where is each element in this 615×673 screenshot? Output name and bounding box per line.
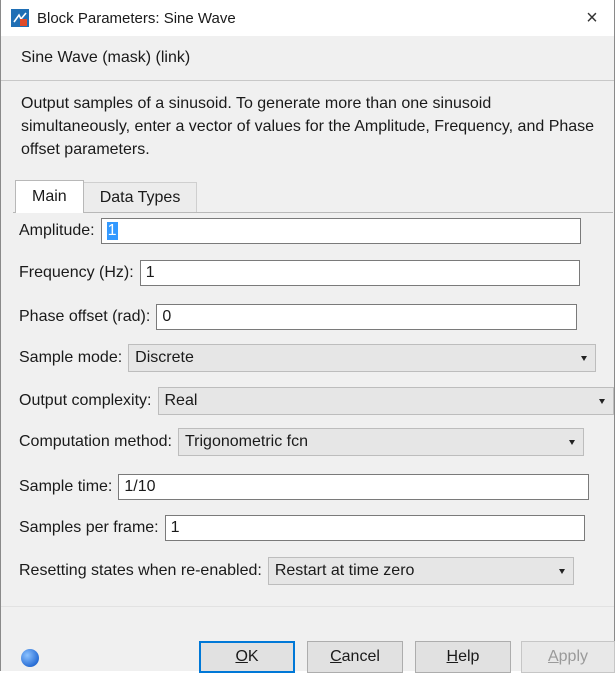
phase-offset-label: Phase offset (rad): bbox=[19, 308, 151, 325]
tab-main[interactable]: Main bbox=[15, 180, 84, 213]
sample-mode-label: Sample mode: bbox=[19, 349, 123, 366]
amplitude-row: Amplitude: 1 bbox=[19, 217, 581, 245]
cancel-label-rest: ancel bbox=[341, 648, 380, 665]
close-icon: × bbox=[586, 6, 598, 29]
samples-per-frame-row: Samples per frame: 1 bbox=[19, 514, 585, 542]
block-description: Output samples of a sinusoid. To generat… bbox=[21, 95, 595, 158]
sample-mode-value: Discrete bbox=[135, 349, 194, 366]
sample-mode-dropdown[interactable]: Discrete bbox=[128, 344, 597, 372]
output-complexity-row: Output complexity: Real bbox=[19, 387, 614, 415]
apply-button[interactable]: Apply bbox=[521, 641, 615, 673]
frequency-row: Frequency (Hz): 1 bbox=[19, 259, 580, 287]
phase-offset-row: Phase offset (rad): 0 bbox=[19, 303, 578, 331]
block-parameters-dialog: Block Parameters: Sine Wave × Sine Wave … bbox=[0, 0, 615, 673]
close-button[interactable]: × bbox=[580, 6, 604, 30]
footer-divider bbox=[1, 606, 614, 607]
resetting-states-label: Resetting states when re-enabled: bbox=[19, 562, 262, 579]
sample-time-input[interactable]: 1/10 bbox=[118, 474, 590, 500]
ok-label-rest: K bbox=[247, 648, 259, 665]
simulink-block-icon bbox=[11, 9, 29, 27]
help-mnemonic: H bbox=[446, 648, 459, 665]
sample-time-label: Sample time: bbox=[19, 478, 113, 495]
amplitude-label: Amplitude: bbox=[19, 222, 95, 239]
chevron-down-icon bbox=[581, 355, 588, 361]
amplitude-value: 1 bbox=[106, 222, 118, 240]
computation-method-row: Computation method: Trigonometric fcn bbox=[19, 428, 584, 456]
chevron-down-icon bbox=[598, 398, 605, 404]
apply-mnemonic: A bbox=[547, 648, 559, 665]
output-complexity-value: Real bbox=[164, 392, 198, 409]
main-tab-panel: Amplitude: 1 Frequency (Hz): 1 Phase off… bbox=[13, 212, 614, 603]
frequency-value: 1 bbox=[145, 264, 155, 281]
apply-label-rest: pply bbox=[558, 648, 589, 665]
samples-per-frame-label: Samples per frame: bbox=[19, 519, 159, 536]
samples-per-frame-value: 1 bbox=[170, 519, 180, 536]
chevron-down-icon bbox=[568, 439, 575, 445]
cancel-mnemonic: C bbox=[330, 648, 342, 665]
ok-button[interactable]: OK bbox=[199, 641, 295, 673]
title-bar: Block Parameters: Sine Wave × bbox=[1, 0, 614, 36]
computation-method-label: Computation method: bbox=[19, 433, 172, 450]
help-label-rest: elp bbox=[458, 648, 480, 665]
chevron-down-icon bbox=[558, 568, 565, 574]
computation-method-value: Trigonometric fcn bbox=[184, 433, 308, 450]
output-complexity-label: Output complexity: bbox=[19, 392, 152, 409]
help-icon[interactable] bbox=[21, 649, 39, 667]
computation-method-dropdown[interactable]: Trigonometric fcn bbox=[177, 428, 584, 456]
frequency-label: Frequency (Hz): bbox=[19, 264, 134, 281]
sample-time-value: 1/10 bbox=[124, 478, 156, 495]
phase-offset-value: 0 bbox=[162, 308, 172, 325]
cancel-button[interactable]: Cancel bbox=[307, 641, 403, 673]
help-button[interactable]: Help bbox=[415, 641, 511, 673]
phase-offset-input[interactable]: 0 bbox=[156, 304, 578, 330]
resetting-states-row: Resetting states when re-enabled: Restar… bbox=[19, 557, 574, 585]
sample-time-row: Sample time: 1/10 bbox=[19, 473, 590, 501]
amplitude-input[interactable]: 1 bbox=[100, 218, 581, 244]
samples-per-frame-input[interactable]: 1 bbox=[164, 515, 585, 541]
resetting-states-dropdown[interactable]: Restart at time zero bbox=[267, 557, 574, 585]
window-title: Block Parameters: Sine Wave bbox=[37, 9, 236, 27]
ok-mnemonic: O bbox=[235, 648, 248, 665]
resetting-states-value: Restart at time zero bbox=[274, 562, 415, 579]
tab-data-types[interactable]: Data Types bbox=[83, 182, 198, 212]
mask-label: Sine Wave (mask) (link) bbox=[21, 49, 191, 66]
sample-mode-row: Sample mode: Discrete bbox=[19, 344, 597, 372]
tab-bar: Main Data Types bbox=[15, 180, 198, 213]
frequency-input[interactable]: 1 bbox=[139, 260, 580, 286]
output-complexity-dropdown[interactable]: Real bbox=[157, 387, 614, 415]
divider bbox=[1, 80, 614, 81]
